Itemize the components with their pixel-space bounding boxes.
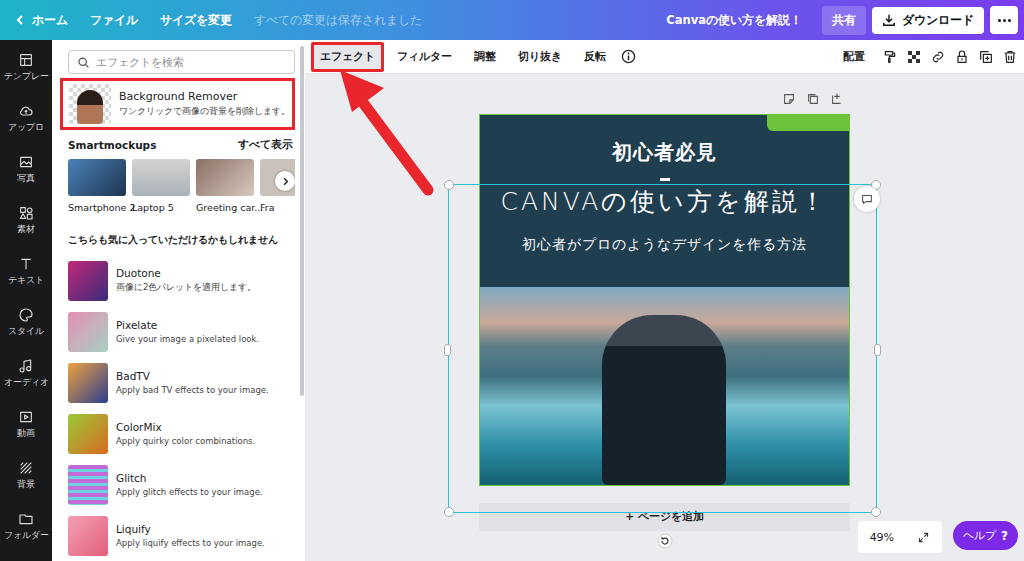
effects-list: Duotone画像に2色パレットを適用します。PixelateGive your… xyxy=(68,255,295,561)
effects-panel: エフェクトを検索 Background Removerワンクリックで画像の背景を削… xyxy=(52,40,305,561)
background-remover-thumbnail xyxy=(69,84,111,124)
download-button[interactable]: ダウンロード xyxy=(872,7,984,34)
top-bar: ホーム ファイル サイズを変更 すべての変更は保存されました Canvaの使い方を解説！… xyxy=(0,0,1024,40)
selection-box[interactable] xyxy=(448,184,877,513)
scrollbar[interactable] xyxy=(299,40,305,561)
effect-thumbnail xyxy=(68,414,108,454)
note-icon[interactable] xyxy=(782,92,796,106)
effect-item[interactable]: PixelateGive your image a pixelated look… xyxy=(68,306,295,357)
design-subtitle[interactable]: 初心者がプロのようなデザインを作る方法 xyxy=(522,236,807,254)
comment-icon xyxy=(860,192,874,206)
rotate-icon[interactable] xyxy=(657,533,673,549)
design-header: 初心者必見 CANVAの使い方を解説！ 初心者がプロのようなデザインを作る方法 xyxy=(480,115,849,287)
rail-item[interactable]: スタイル xyxy=(0,305,52,356)
design-eyebrow[interactable]: 初心者必見 xyxy=(612,139,717,166)
effect-item[interactable]: LiquifyApply liquify effects to your ima… xyxy=(68,510,295,561)
background-remover-card[interactable]: Background Removerワンクリックで画像の背景を削除します。 xyxy=(60,78,295,130)
toolbar-tab[interactable]: エフェクト xyxy=(311,42,384,72)
see-all-link[interactable]: すべて表示 xyxy=(238,138,293,152)
design-title[interactable]: CANVAの使い方を解説！ xyxy=(501,185,829,218)
save-status: すべての変更は保存されました xyxy=(254,13,422,28)
toolbar-tab[interactable]: 調整 xyxy=(465,42,505,72)
effect-thumbnail xyxy=(68,516,108,556)
effect-thumbnail xyxy=(68,261,108,301)
rail-item[interactable]: 素材 xyxy=(0,203,52,254)
suggest-header: こちらも気に入っていただけるかもしれません xyxy=(68,233,295,247)
audio-icon xyxy=(18,358,34,374)
back-chevron-icon xyxy=(14,14,26,26)
canvas-area: 初心者必見 CANVAの使い方を解説！ 初心者がプロのようなデザインを作る方法 + ペ… xyxy=(305,74,1024,561)
info-icon[interactable] xyxy=(621,49,636,64)
comment-button[interactable] xyxy=(854,186,880,212)
side-rail: テンプレーアップロ写真素材テキストスタイルオーディオ動画背景フォルダー xyxy=(0,40,52,561)
photos-icon xyxy=(18,154,34,170)
share-button[interactable]: 共有 xyxy=(822,6,866,35)
more-button[interactable] xyxy=(990,6,1018,34)
rail-item[interactable]: 背景 xyxy=(0,458,52,509)
green-tab xyxy=(767,115,849,131)
rail-item[interactable]: テキスト xyxy=(0,254,52,305)
menu-item[interactable]: ファイル xyxy=(90,12,138,29)
elements-icon xyxy=(18,205,34,221)
effect-thumbnail xyxy=(68,363,108,403)
duplicate-icon[interactable] xyxy=(978,49,994,65)
home-button[interactable]: ホーム xyxy=(14,12,68,29)
editor-main: エフェクトフィルター調整切り抜き反転配置初心者必見CANVAの使い方を解説！初心… xyxy=(305,40,1024,561)
menu-item[interactable]: サイズを変更 xyxy=(160,12,232,29)
rail-item[interactable]: フォルダー xyxy=(0,509,52,560)
document-title[interactable]: Canvaの使い方を解説！ xyxy=(666,13,802,28)
rail-item[interactable]: 写真 xyxy=(0,152,52,203)
mockup-item[interactable]: Laptop 5 xyxy=(132,159,190,213)
trash-icon[interactable] xyxy=(1002,49,1018,65)
download-icon xyxy=(882,13,896,27)
rail-item[interactable]: テンプレー xyxy=(0,50,52,101)
canva-editor: ホーム ファイル サイズを変更 すべての変更は保存されました Canvaの使い方を解説！… xyxy=(0,0,1024,561)
mockup-list: Smartphone 2Laptop 5Greeting car...Fra xyxy=(68,159,295,213)
person-figure xyxy=(602,315,726,485)
effect-item[interactable]: GlitchApply glitch effects to your image… xyxy=(68,459,295,510)
search-field[interactable]: エフェクトを検索 xyxy=(68,50,295,74)
design-photo[interactable] xyxy=(480,287,849,485)
effect-item[interactable]: Duotone画像に2色パレットを適用します。 xyxy=(68,255,295,306)
video-icon xyxy=(18,409,34,425)
arrange-button[interactable]: 配置 xyxy=(834,42,874,72)
design-page[interactable]: 初心者必見 CANVAの使い方を解説！ 初心者がプロのようなデザインを作る方法 xyxy=(479,114,850,486)
toolbar: エフェクトフィルター調整切り抜き反転 配置 xyxy=(305,40,1024,74)
page-tools xyxy=(479,92,850,112)
rail-item[interactable]: アップロ xyxy=(0,101,52,152)
toolbar-tab[interactable]: フィルター xyxy=(388,42,461,72)
toolbar-tab[interactable]: 反転 xyxy=(575,42,615,72)
fullscreen-icon[interactable] xyxy=(917,531,930,544)
chevron-right-icon xyxy=(280,176,291,187)
add-page-icon[interactable] xyxy=(830,92,844,106)
toolbar-tab[interactable]: 切り抜き xyxy=(509,42,571,72)
link-icon[interactable] xyxy=(930,49,946,65)
add-page-button[interactable]: + ページを追加 xyxy=(479,503,850,531)
transparency-icon[interactable] xyxy=(906,49,922,65)
styles-icon xyxy=(18,307,34,323)
search-icon xyxy=(77,56,90,69)
folder-icon xyxy=(18,511,34,527)
effect-thumbnail xyxy=(68,312,108,352)
effect-item[interactable]: ColorMixApply quirky color combinations. xyxy=(68,408,295,459)
zoom-control[interactable]: 49% xyxy=(858,521,942,553)
effect-item[interactable]: BadTVApply bad TV effects to your image. xyxy=(68,357,295,408)
rail-item[interactable]: オーディオ xyxy=(0,356,52,407)
mockup-item[interactable]: Greeting car... xyxy=(196,159,254,213)
text-icon xyxy=(18,256,34,272)
uploads-icon xyxy=(18,103,34,119)
help-button[interactable]: ヘルプ? xyxy=(953,521,1018,550)
lock-icon[interactable] xyxy=(954,49,970,65)
paint-format-icon[interactable] xyxy=(882,49,898,65)
copy-page-icon[interactable] xyxy=(806,92,820,106)
effect-thumbnail xyxy=(68,465,108,505)
mockup-item[interactable]: Smartphone 2 xyxy=(68,159,126,213)
background-icon xyxy=(18,460,34,476)
annotation-arrow xyxy=(0,0,1024,561)
templates-icon xyxy=(18,52,34,68)
smartmockups-header: Smartmockupsすべて表示 xyxy=(68,138,295,152)
rail-item[interactable]: 動画 xyxy=(0,407,52,458)
